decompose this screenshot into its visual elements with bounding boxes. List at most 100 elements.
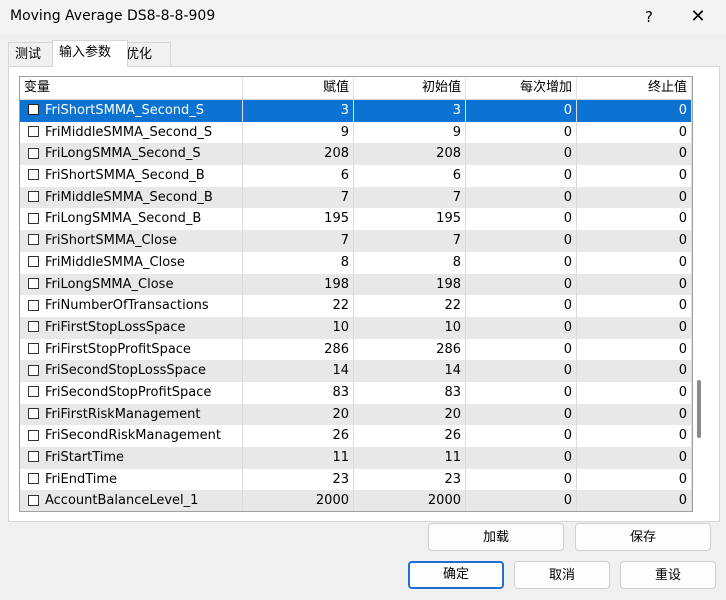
step-cell[interactable]: 0 <box>466 295 577 317</box>
value-cell[interactable]: 20 <box>243 403 354 426</box>
start-cell[interactable]: 9 <box>354 121 466 144</box>
help-button[interactable]: ? <box>630 2 668 32</box>
value-cell[interactable]: 7 <box>243 230 354 252</box>
start-cell[interactable]: 11 <box>354 447 466 469</box>
stop-cell[interactable]: 0 <box>577 121 692 144</box>
value-cell[interactable]: 3 <box>243 100 354 122</box>
table-row[interactable]: FriFirstRiskManagement 20 20 0 0 <box>20 403 692 426</box>
optimize-checkbox[interactable] <box>28 299 39 311</box>
stop-cell[interactable]: 0 <box>577 186 692 209</box>
optimize-checkbox[interactable] <box>28 212 39 224</box>
table-row[interactable]: FriMiddleSMMA_Second_B 7 7 0 0 <box>20 186 692 209</box>
optimize-checkbox[interactable] <box>28 234 39 246</box>
optimize-checkbox[interactable] <box>28 126 39 138</box>
start-cell[interactable]: 10 <box>354 316 466 339</box>
stop-cell[interactable]: 0 <box>577 100 692 122</box>
optimize-checkbox[interactable] <box>28 104 39 116</box>
start-cell[interactable]: 22 <box>354 295 466 317</box>
step-cell[interactable]: 0 <box>466 360 577 382</box>
step-cell[interactable]: 0 <box>466 143 577 166</box>
value-cell[interactable]: 14 <box>243 360 354 382</box>
step-cell[interactable]: 0 <box>466 230 577 252</box>
optimize-checkbox[interactable] <box>28 169 39 181</box>
reset-button[interactable]: 重设 <box>620 561 716 589</box>
optimize-checkbox[interactable] <box>28 364 39 376</box>
variable-cell[interactable]: FriFirstRiskManagement <box>20 403 243 426</box>
stop-cell[interactable]: 0 <box>577 360 692 382</box>
variable-cell[interactable]: FriMiddleSMMA_Second_B <box>20 186 243 209</box>
step-cell[interactable]: 0 <box>466 447 577 469</box>
start-cell[interactable]: 14 <box>354 360 466 382</box>
stop-cell[interactable]: 0 <box>577 468 692 491</box>
scrollbar-thumb[interactable] <box>697 380 701 438</box>
variable-cell[interactable]: FriShortSMMA_Close <box>20 230 243 252</box>
value-cell[interactable]: 83 <box>243 381 354 404</box>
start-cell[interactable]: 2000 <box>354 490 466 511</box>
step-cell[interactable]: 0 <box>466 338 577 361</box>
value-cell[interactable]: 11 <box>243 447 354 469</box>
column-header-stop[interactable]: 终止值 <box>577 77 692 99</box>
stop-cell[interactable]: 0 <box>577 295 692 317</box>
variable-cell[interactable]: FriNumberOfTransactions <box>20 295 243 317</box>
table-row[interactable]: FriShortSMMA_Second_S 3 3 0 0 <box>20 100 692 122</box>
table-row[interactable]: FriStartTime 11 11 0 0 <box>20 447 692 469</box>
table-row[interactable]: FriShortSMMA_Second_B 6 6 0 0 <box>20 165 692 187</box>
value-cell[interactable]: 195 <box>243 208 354 231</box>
optimize-checkbox[interactable] <box>28 494 39 506</box>
optimize-checkbox[interactable] <box>28 321 39 333</box>
optimize-checkbox[interactable] <box>28 386 39 398</box>
value-cell[interactable]: 2000 <box>243 490 354 511</box>
column-header-variable[interactable]: 变量 <box>20 77 243 99</box>
close-icon[interactable]: ✕ <box>676 2 720 32</box>
start-cell[interactable]: 208 <box>354 143 466 166</box>
table-row[interactable]: FriEndTime 23 23 0 0 <box>20 468 692 491</box>
value-cell[interactable]: 7 <box>243 186 354 209</box>
step-cell[interactable]: 0 <box>466 490 577 511</box>
stop-cell[interactable]: 0 <box>577 273 692 296</box>
column-header-start[interactable]: 初始值 <box>354 77 466 99</box>
start-cell[interactable]: 286 <box>354 338 466 361</box>
variable-cell[interactable]: FriFirstStopLossSpace <box>20 316 243 339</box>
table-row[interactable]: FriSecondStopLossSpace 14 14 0 0 <box>20 360 692 382</box>
optimize-checkbox[interactable] <box>28 429 39 441</box>
table-row[interactable]: FriFirstStopProfitSpace 286 286 0 0 <box>20 338 692 361</box>
variable-cell[interactable]: FriEndTime <box>20 468 243 491</box>
stop-cell[interactable]: 0 <box>577 447 692 469</box>
variable-cell[interactable]: FriShortSMMA_Second_B <box>20 165 243 187</box>
start-cell[interactable]: 8 <box>354 251 466 274</box>
optimize-checkbox[interactable] <box>28 407 39 419</box>
variable-cell[interactable]: FriLongSMMA_Second_S <box>20 143 243 166</box>
variable-cell[interactable]: FriLongSMMA_Second_B <box>20 208 243 231</box>
step-cell[interactable]: 0 <box>466 403 577 426</box>
optimize-checkbox[interactable] <box>28 342 39 354</box>
step-cell[interactable]: 0 <box>466 273 577 296</box>
table-row[interactable]: FriLongSMMA_Second_S 208 208 0 0 <box>20 143 692 166</box>
step-cell[interactable]: 0 <box>466 186 577 209</box>
table-row[interactable]: FriShortSMMA_Close 7 7 0 0 <box>20 230 692 252</box>
table-row[interactable]: FriMiddleSMMA_Second_S 9 9 0 0 <box>20 121 692 144</box>
optimize-checkbox[interactable] <box>28 256 39 268</box>
stop-cell[interactable]: 0 <box>577 143 692 166</box>
optimize-checkbox[interactable] <box>28 277 39 289</box>
step-cell[interactable]: 0 <box>466 121 577 144</box>
value-cell[interactable]: 286 <box>243 338 354 361</box>
stop-cell[interactable]: 0 <box>577 381 692 404</box>
column-header-step[interactable]: 每次增加 <box>466 77 577 99</box>
value-cell[interactable]: 6 <box>243 165 354 187</box>
table-row[interactable]: AccountBalanceLevel_1 2000 2000 0 0 <box>20 490 692 511</box>
tab-input-params[interactable]: 输入参数 <box>52 40 128 67</box>
variable-cell[interactable]: FriFirstStopProfitSpace <box>20 338 243 361</box>
vertical-scrollbar[interactable] <box>694 76 704 510</box>
step-cell[interactable]: 0 <box>466 468 577 491</box>
start-cell[interactable]: 20 <box>354 403 466 426</box>
step-cell[interactable]: 0 <box>466 165 577 187</box>
table-row[interactable]: FriLongSMMA_Second_B 195 195 0 0 <box>20 208 692 231</box>
value-cell[interactable]: 10 <box>243 316 354 339</box>
column-header-value[interactable]: 赋值 <box>243 77 354 99</box>
table-row[interactable]: FriSecondStopProfitSpace 83 83 0 0 <box>20 381 692 404</box>
table-row[interactable]: FriLongSMMA_Close 198 198 0 0 <box>20 273 692 296</box>
stop-cell[interactable]: 0 <box>577 208 692 231</box>
variable-cell[interactable]: AccountBalanceLevel_1 <box>20 490 243 511</box>
variable-cell[interactable]: FriShortSMMA_Second_S <box>20 100 243 122</box>
start-cell[interactable]: 83 <box>354 381 466 404</box>
